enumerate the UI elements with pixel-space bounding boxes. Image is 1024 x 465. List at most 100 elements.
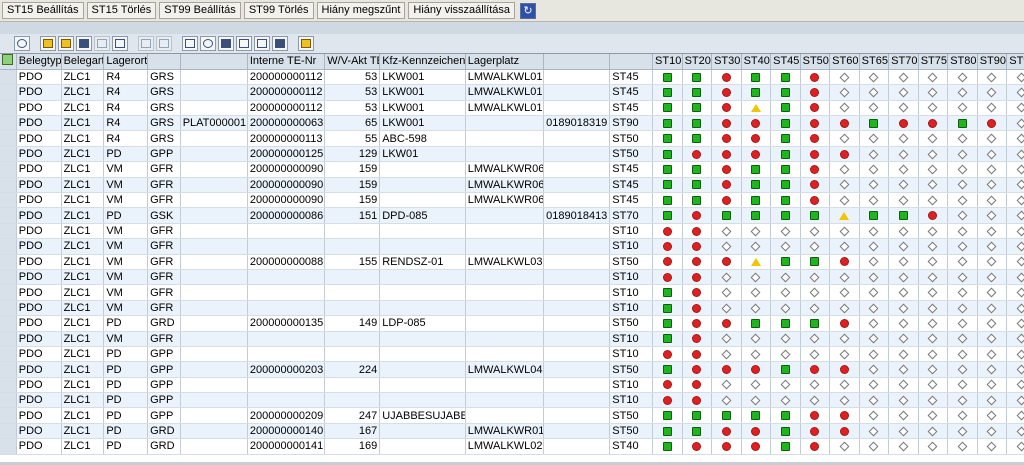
st99-set-button[interactable]: ST99 Beállítás (159, 2, 241, 19)
table-row[interactable]: PDO ZLC1 PD GRD 200000000140 167 LMWALKWR01 ST5… (0, 423, 1024, 440)
row-selector[interactable] (0, 238, 17, 255)
row-selector[interactable] (0, 177, 17, 194)
column-header[interactable]: ST90 (977, 54, 1008, 70)
table-row[interactable]: PDO ZLC1 PD GRD 200000000141 169 LMWALKWL02 ST4… (0, 438, 1024, 455)
row-selector[interactable] (0, 192, 17, 209)
graphic-icon[interactable] (298, 36, 314, 51)
row-selector[interactable] (0, 377, 17, 394)
table-row[interactable]: PDO ZLC1 VM GFR ST10 (0, 223, 1024, 240)
table-row[interactable]: PDO ZLC1 VM GFR ST10 (0, 269, 1024, 286)
column-header[interactable]: ST75 (918, 54, 949, 70)
row-selector[interactable] (0, 407, 17, 424)
status-cell (770, 315, 801, 332)
table-row[interactable]: PDO ZLC1 PD GPP 200000000203 224 LMWALKWL04 ST5… (0, 361, 1024, 378)
print-preview-icon[interactable] (182, 36, 198, 51)
refresh-icon[interactable]: ↻ (520, 2, 536, 19)
table-row[interactable]: PDO ZLC1 R4 GRS 200000000112 53 LKW001 LMWALKWL… (0, 84, 1024, 101)
table-row[interactable]: PDO ZLC1 R4 GRS PLAT000001 200000000063 65 LKW0… (0, 115, 1024, 132)
row-selector[interactable] (0, 438, 17, 455)
table-row[interactable]: PDO ZLC1 PD GPP ST10 (0, 346, 1024, 363)
column-header[interactable] (609, 54, 654, 70)
table-row[interactable]: PDO ZLC1 VM GFR ST10 (0, 300, 1024, 317)
sum-icon[interactable] (138, 36, 154, 51)
column-header[interactable] (180, 54, 248, 70)
column-header[interactable]: Lagerort (103, 54, 149, 70)
word-processor-icon[interactable] (236, 36, 252, 51)
row-selector[interactable] (0, 207, 17, 224)
row-selector[interactable] (0, 346, 17, 363)
table-row[interactable]: PDO ZLC1 PD GPP 200000000125 129 LKW01 ST50 (0, 146, 1024, 163)
sort-ascending-icon[interactable] (40, 36, 56, 51)
spreadsheet-icon[interactable] (218, 36, 234, 51)
column-header[interactable]: W/V-Akt TE (324, 54, 381, 70)
table-row[interactable]: PDO ZLC1 PD GRD 200000000135 149 LDP-085 ST50 (0, 315, 1024, 332)
sort-descending-icon[interactable] (58, 36, 74, 51)
status-cell (800, 438, 831, 455)
find-next-icon[interactable] (94, 36, 110, 51)
row-selector[interactable] (0, 130, 17, 147)
shortage-restore-button[interactable]: Hiány visszaállítása (408, 2, 515, 19)
column-header[interactable]: ST20 (682, 54, 713, 70)
row-selector[interactable] (0, 69, 17, 86)
table-row[interactable]: PDO ZLC1 VM GFR 200000000090 159 LMWALKWR06 ST4… (0, 177, 1024, 194)
column-header[interactable]: Interne TE-Nr (247, 54, 326, 70)
column-header[interactable]: ST65 (859, 54, 890, 70)
table-row[interactable]: PDO ZLC1 R4 GRS 200000000113 55 ABC-598 ST50 (0, 130, 1024, 147)
column-header[interactable]: ST50 (800, 54, 831, 70)
table-row[interactable]: PDO ZLC1 VM GFR 200000000090 159 LMWALKWR06 ST4… (0, 192, 1024, 209)
row-selector[interactable] (0, 115, 17, 132)
row-selector[interactable] (0, 300, 17, 317)
column-header[interactable]: Lagerplatz (465, 54, 545, 70)
row-selector[interactable] (0, 161, 17, 178)
row-selector[interactable] (0, 423, 17, 440)
table-row[interactable]: PDO ZLC1 R4 GRS 200000000112 53 LKW001 LMWALKWL… (0, 69, 1024, 86)
table-row[interactable]: PDO ZLC1 R4 GRS 200000000112 53 LKW001 LMWALKWL… (0, 100, 1024, 117)
details-icon[interactable] (14, 36, 30, 51)
table-row[interactable]: PDO ZLC1 VM GFR ST10 (0, 238, 1024, 255)
column-header[interactable]: ST30 (711, 54, 742, 70)
table-row[interactable]: PDO ZLC1 VM GFR ST10 (0, 284, 1024, 301)
select-layout-icon[interactable] (272, 36, 288, 51)
column-header[interactable]: ST95 (1006, 54, 1024, 70)
table-row[interactable]: PDO ZLC1 PD GPP 200000000209 247 UJABBESUJABB S… (0, 407, 1024, 424)
column-header[interactable] (147, 54, 181, 70)
column-header[interactable]: ST70 (888, 54, 919, 70)
row-selector[interactable] (0, 146, 17, 163)
find-icon[interactable] (76, 36, 92, 51)
row-selector[interactable] (0, 315, 17, 332)
column-header[interactable]: Belegart (61, 54, 105, 70)
export-icon[interactable] (200, 36, 216, 51)
row-selector[interactable] (0, 284, 17, 301)
row-selector[interactable] (0, 331, 17, 347)
table-row[interactable]: PDO ZLC1 VM GFR 200000000090 159 LMWALKWR06 ST4… (0, 161, 1024, 178)
column-header[interactable]: Belegtyp (16, 54, 62, 70)
table-row[interactable]: PDO ZLC1 VM GFR ST10 (0, 331, 1024, 347)
row-selector[interactable] (0, 269, 17, 286)
filter-icon[interactable] (112, 36, 128, 51)
row-selector[interactable] (0, 361, 17, 378)
table-row[interactable]: PDO ZLC1 PD GSK 200000000086 151 DPD-085 018901… (0, 207, 1024, 224)
column-header[interactable]: ST45 (770, 54, 801, 70)
st15-delete-button[interactable]: ST15 Törlés (86, 2, 157, 19)
shortage-resolved-button[interactable]: Hiány megszűnt (316, 2, 406, 19)
table-row[interactable]: PDO ZLC1 VM GFR 200000000088 155 RENDSZ-01 LMWA… (0, 254, 1024, 270)
table-row[interactable]: PDO ZLC1 PD GPP ST10 (0, 377, 1024, 394)
subtotal-icon[interactable] (156, 36, 172, 51)
table-row[interactable]: PDO ZLC1 PD GPP ST10 (0, 392, 1024, 409)
local-file-icon[interactable] (254, 36, 270, 51)
row-selector[interactable] (0, 223, 17, 240)
row-selector[interactable] (0, 84, 17, 101)
st15-set-button[interactable]: ST15 Beállítás (2, 2, 84, 19)
column-header[interactable]: ST80 (947, 54, 978, 70)
column-header[interactable]: ST10 (652, 54, 683, 70)
column-header[interactable]: ST60 (829, 54, 860, 70)
row-selector[interactable] (0, 100, 17, 117)
layout-icon[interactable] (0, 54, 17, 70)
row-selector[interactable] (0, 392, 17, 409)
table-cell: LMWALKWL02 (465, 438, 545, 455)
column-header[interactable]: ST40 (741, 54, 772, 70)
column-header[interactable]: Kfz-Kennzeichen (379, 54, 466, 70)
row-selector[interactable] (0, 254, 17, 270)
st99-delete-button[interactable]: ST99 Törlés (243, 2, 314, 19)
column-header[interactable] (543, 54, 611, 70)
